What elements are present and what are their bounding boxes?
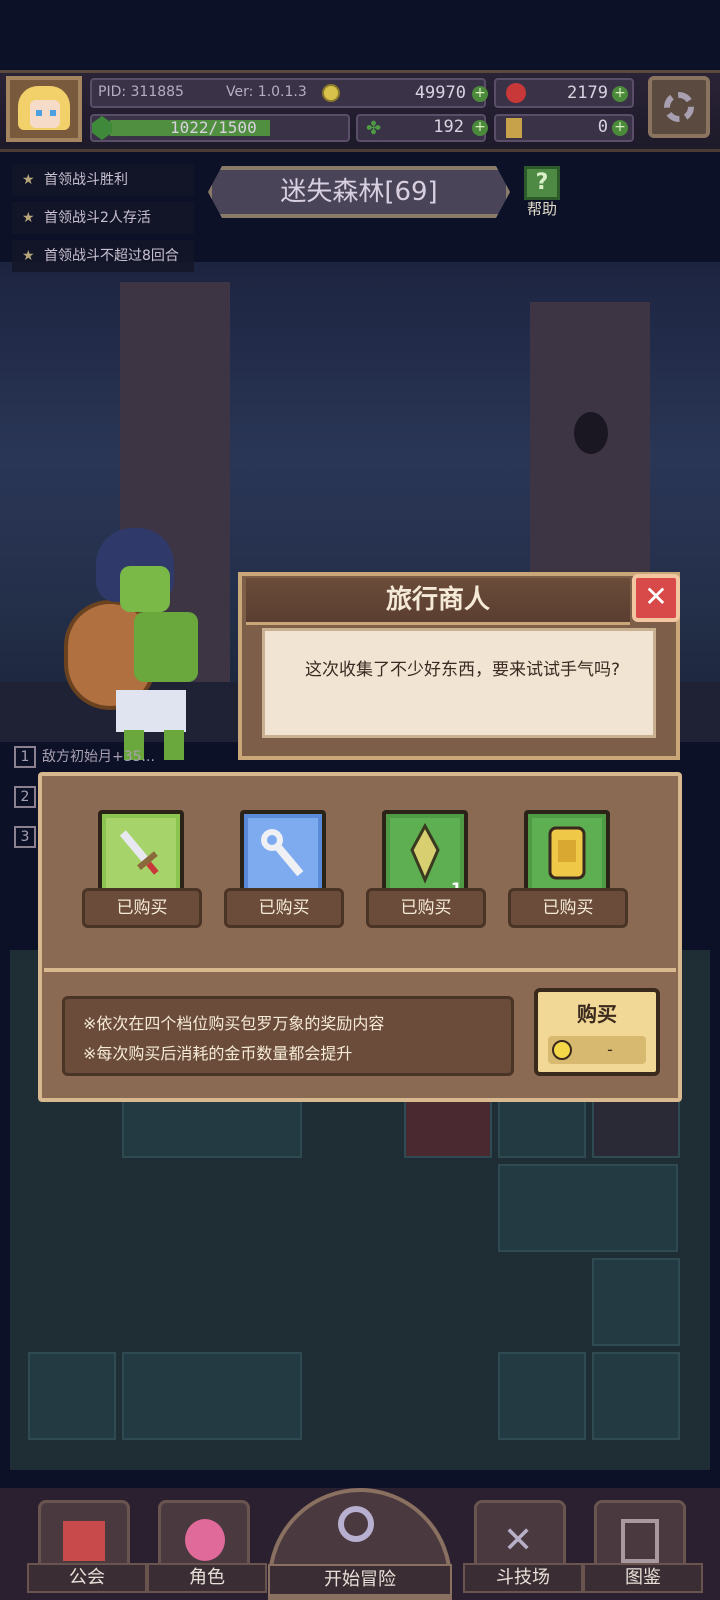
slot-background xyxy=(248,818,318,888)
merchant-face xyxy=(120,566,170,612)
nav-adventure-button[interactable]: 开始冒险 xyxy=(268,1488,452,1600)
gem-icon xyxy=(506,83,526,103)
gem-amount: 2179 xyxy=(567,83,608,103)
nav-guild-label: 公会 xyxy=(27,1563,147,1593)
avatar-eye xyxy=(50,110,56,116)
objective-1: ★ 首领战斗胜利 xyxy=(12,164,194,196)
slot-background xyxy=(390,818,460,888)
key-icon xyxy=(506,118,522,138)
xp-text: 1022/1500 xyxy=(170,118,257,137)
star-icon: ★ xyxy=(22,172,35,188)
buff-text: 敌方初始月+35... xyxy=(42,749,155,765)
shop-note-2: ※每次购买后消耗的金币数量都会提升 xyxy=(83,1044,353,1063)
board-tile[interactable] xyxy=(592,1352,680,1440)
tree-hollow xyxy=(574,412,608,454)
slot-3-status: 已购买 xyxy=(366,888,486,928)
nav-codex-button[interactable]: 图鉴 xyxy=(583,1500,703,1593)
shop-slot-4[interactable] xyxy=(524,810,610,896)
settings-button[interactable] xyxy=(648,76,710,138)
guild-icon xyxy=(63,1521,105,1561)
slot-background xyxy=(532,818,602,888)
avatar-eye xyxy=(36,110,42,116)
objective-label: 首领战斗不超过8回合 xyxy=(44,248,179,264)
shop-slot-1[interactable] xyxy=(98,810,184,896)
board-tile[interactable] xyxy=(28,1352,116,1440)
merchant-message: 这次收集了不少好东西，要来试试手气吗? xyxy=(305,660,621,680)
shop-notes: ※依次在四个档位购买包罗万象的奖励内容 ※每次购买后消耗的金币数量都会提升 xyxy=(62,996,514,1076)
buff-row-1: 1 敌方初始月+35... xyxy=(14,746,194,774)
nav-codex-label: 图鉴 xyxy=(583,1563,703,1593)
close-button[interactable]: ✕ xyxy=(632,574,680,622)
buff-number: 3 xyxy=(14,826,36,848)
golden-tablet-icon xyxy=(548,826,586,880)
buff-number: 1 xyxy=(14,746,36,768)
buy-cost: - xyxy=(548,1036,646,1064)
objective-2: ★ 首领战斗2人存活 xyxy=(12,202,194,234)
nav-character-label: 角色 xyxy=(147,1563,267,1593)
book-icon xyxy=(621,1519,659,1563)
nav-character-button[interactable]: 角色 xyxy=(147,1500,267,1593)
sword-icon xyxy=(119,830,159,875)
wrench-icon xyxy=(261,829,304,877)
buy-cost-value: - xyxy=(607,1040,613,1059)
merchant-message-box: 这次收集了不少好东西，要来试试手气吗? xyxy=(262,628,656,738)
help-label: 帮助 xyxy=(526,200,557,218)
board-tile[interactable] xyxy=(592,1258,680,1346)
magnifier-icon xyxy=(338,1506,374,1542)
board-tile-mushrooms[interactable] xyxy=(498,1164,678,1252)
buff-number: 2 xyxy=(14,786,36,808)
add-clover-icon[interactable]: + xyxy=(472,120,488,136)
player-id: PID: 311885 xyxy=(98,84,184,100)
avatar[interactable] xyxy=(6,76,82,142)
objective-label: 首领战斗2人存活 xyxy=(44,210,151,226)
slot-background xyxy=(106,818,176,888)
gear-icon xyxy=(664,92,694,122)
merchant-shorts xyxy=(116,690,186,732)
clover-amount: 192 xyxy=(433,117,464,137)
bottom-nav: 公会 角色 开始冒险 ✕ 斗技场 图鉴 xyxy=(0,1488,720,1600)
objective-3: ★ 首领战斗不超过8回合 xyxy=(12,240,194,272)
shop-slot-2[interactable] xyxy=(240,810,326,896)
character-icon xyxy=(185,1519,225,1561)
crossed-swords-icon: ✕ xyxy=(503,1520,534,1561)
slot-1-status: 已购买 xyxy=(82,888,202,928)
board-tile-stump[interactable] xyxy=(122,1352,302,1440)
key-amount: 0 xyxy=(597,117,608,137)
slot-4-status: 已购买 xyxy=(508,888,628,928)
gold-coin-icon xyxy=(322,84,340,102)
add-gem-icon[interactable]: + xyxy=(612,86,628,102)
shop-note-1: ※依次在四个档位购买包罗万象的奖励内容 xyxy=(83,1014,385,1033)
star-icon: ★ xyxy=(22,248,35,264)
game-version: Ver: 1.0.1.3 xyxy=(226,84,307,100)
shop-divider xyxy=(44,968,676,972)
buy-button[interactable]: 购买 - xyxy=(534,988,660,1076)
objective-label: 首领战斗胜利 xyxy=(44,172,128,188)
nav-guild-button[interactable]: 公会 xyxy=(27,1500,147,1593)
help-icon: ? xyxy=(524,166,560,200)
help-button[interactable]: ? 帮助 xyxy=(518,166,566,218)
slot-2-status: 已购买 xyxy=(224,888,344,928)
gold-amount: 49970 xyxy=(414,83,466,103)
merchant-body xyxy=(134,612,198,682)
merchant-title: 旅行商人 xyxy=(246,578,630,625)
nav-arena-button[interactable]: ✕ 斗技场 xyxy=(463,1500,583,1593)
buy-label: 购买 xyxy=(577,1002,617,1026)
add-key-icon[interactable]: + xyxy=(612,120,628,136)
star-icon: ★ xyxy=(22,210,35,226)
add-gold-icon[interactable]: + xyxy=(472,86,488,102)
crystal-icon xyxy=(410,822,440,884)
gold-coin-icon xyxy=(552,1040,572,1060)
nav-arena-label: 斗技场 xyxy=(463,1563,583,1593)
stage-title: 迷失森林[69] xyxy=(208,166,510,218)
clover-icon: ✤ xyxy=(366,118,382,139)
nav-adventure-label: 开始冒险 xyxy=(268,1564,452,1596)
board-tile-cauldron[interactable] xyxy=(498,1352,586,1440)
shop-slot-3[interactable]: 1 xyxy=(382,810,468,898)
close-icon: ✕ xyxy=(644,580,668,613)
